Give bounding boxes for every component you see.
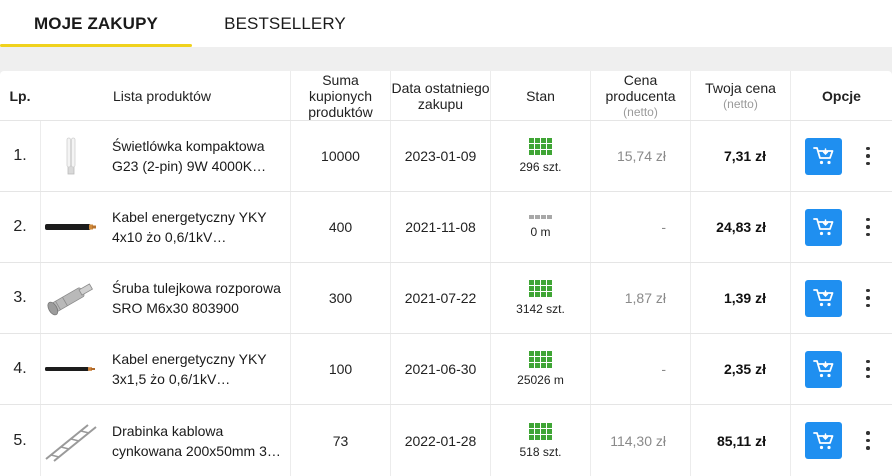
product-name-link[interactable]: Śruba tulejkowa rozporowa SRO M6x30 8039…	[100, 263, 290, 333]
sum-purchased: 300	[290, 263, 390, 333]
header-your-price-note: (netto)	[723, 96, 758, 111]
cart-icon	[812, 147, 833, 165]
row-options	[790, 334, 892, 404]
add-to-cart-button[interactable]	[805, 137, 842, 175]
header-lp: Lp.	[9, 87, 31, 104]
purchases-table: Lp. Lista produktów Suma kupionych produ…	[0, 71, 892, 476]
last-purchase-date: 2022-01-28	[390, 405, 490, 476]
table-row: 4. Kabel energetyczny YKY 3x1,5 żo 0,6/1…	[0, 334, 892, 405]
tab-moje-zakupy[interactable]: MOJE ZAKUPY	[0, 0, 192, 47]
your-price: 1,39 zł	[690, 263, 790, 333]
table-row: 1. Świetlówka kompaktowa G23 (2-pin) 9W …	[0, 121, 892, 192]
table-header: Lp. Lista produktów Suma kupionych produ…	[0, 71, 892, 121]
cable-image[interactable]	[40, 334, 100, 404]
header-date: Data ostatniego zakupu	[390, 71, 490, 120]
row-lp: 2.	[13, 218, 27, 235]
product-name[interactable]: Śruba tulejkowa rozporowa SRO M6x30 8039…	[112, 278, 284, 318]
header-stan: Stan	[490, 71, 590, 120]
stock-level-icon	[529, 422, 552, 440]
product-name-link[interactable]: Drabinka kablowa cynkowana 200x50mm 3…	[100, 405, 290, 476]
header-producer-price-note: (netto)	[623, 104, 658, 119]
more-options-icon[interactable]	[856, 283, 880, 313]
producer-price: 1,87 zł	[590, 263, 690, 333]
header-options: Opcje	[790, 71, 892, 120]
stock-quantity: 3142 szt.	[516, 302, 565, 316]
product-name[interactable]: Drabinka kablowa cynkowana 200x50mm 3…	[112, 421, 284, 461]
cart-icon	[812, 218, 833, 236]
producer-price: 114,30 zł	[590, 405, 690, 476]
cart-icon	[812, 289, 833, 307]
sum-purchased: 400	[290, 192, 390, 262]
last-purchase-date: 2023-01-09	[390, 121, 490, 191]
stock-level-icon	[529, 351, 552, 368]
sleeve-anchor-image[interactable]	[40, 263, 100, 333]
cart-icon	[812, 360, 833, 378]
stock-quantity: 0 m	[530, 225, 551, 239]
table-row: 3. Śruba tulejkowa rozporowa SRO M6x30 8…	[0, 263, 892, 334]
sum-purchased: 73	[290, 405, 390, 476]
product-name[interactable]: Kabel energetyczny YKY 3x1,5 żo 0,6/1kV…	[112, 349, 284, 389]
stock-status: 0 m	[490, 192, 590, 262]
row-options	[790, 405, 892, 476]
stock-quantity: 25026 m	[517, 373, 564, 387]
your-price: 24,83 zł	[690, 192, 790, 262]
spacer	[0, 47, 892, 71]
header-sum: Suma kupionych produktów	[290, 71, 390, 120]
tab-bestsellery[interactable]: BESTSELLERY	[192, 0, 378, 47]
stock-quantity: 518 szt.	[519, 444, 562, 459]
product-name-link[interactable]: Kabel energetyczny YKY 3x1,5 żo 0,6/1kV…	[100, 334, 290, 404]
fluorescent-bulb-image[interactable]	[40, 121, 100, 191]
product-name[interactable]: Kabel energetyczny YKY 4x10 żo 0,6/1kV…	[112, 207, 284, 247]
row-lp: 4.	[13, 360, 27, 377]
cable-ladder-image[interactable]	[40, 405, 100, 476]
header-your-price-label: Twoja cena	[705, 79, 776, 96]
add-to-cart-button[interactable]	[805, 422, 842, 459]
last-purchase-date: 2021-06-30	[390, 334, 490, 404]
row-lp: 3.	[13, 289, 27, 306]
your-price: 2,35 zł	[690, 334, 790, 404]
product-name[interactable]: Świetlówka kompaktowa G23 (2-pin) 9W 400…	[112, 136, 284, 176]
last-purchase-date: 2021-11-08	[390, 192, 490, 262]
cable-image[interactable]	[40, 192, 100, 262]
header-producer-price-label: Cena producenta	[605, 71, 676, 104]
stock-status: 296 szt.	[490, 121, 590, 191]
producer-price: -	[590, 334, 690, 404]
row-options	[790, 192, 892, 262]
last-purchase-date: 2021-07-22	[390, 263, 490, 333]
sum-purchased: 100	[290, 334, 390, 404]
header-producer-price: Cena producenta (netto)	[590, 71, 690, 120]
stock-empty-icon	[529, 215, 552, 220]
add-to-cart-button[interactable]	[805, 350, 842, 388]
stock-quantity: 296 szt.	[519, 160, 562, 174]
stock-status: 3142 szt.	[490, 263, 590, 333]
your-price: 85,11 zł	[690, 405, 790, 476]
more-options-icon[interactable]	[856, 212, 880, 242]
header-your-price: Twoja cena (netto)	[690, 71, 790, 120]
row-options	[790, 263, 892, 333]
add-to-cart-button[interactable]	[805, 279, 842, 317]
stock-level-icon	[529, 138, 552, 155]
more-options-icon[interactable]	[856, 141, 880, 171]
product-name-link[interactable]: Kabel energetyczny YKY 4x10 żo 0,6/1kV…	[100, 192, 290, 262]
row-lp: 1.	[13, 147, 27, 164]
row-options	[790, 121, 892, 191]
your-price: 7,31 zł	[690, 121, 790, 191]
producer-price: 15,74 zł	[590, 121, 690, 191]
product-name-link[interactable]: Świetlówka kompaktowa G23 (2-pin) 9W 400…	[100, 121, 290, 191]
producer-price: -	[590, 192, 690, 262]
stock-status: 25026 m	[490, 334, 590, 404]
header-products: Lista produktów	[112, 87, 212, 104]
cart-icon	[812, 431, 833, 449]
row-lp: 5.	[13, 431, 27, 449]
stock-status: 518 szt.	[490, 405, 590, 476]
more-options-icon[interactable]	[856, 354, 880, 384]
tab-bar: MOJE ZAKUPY BESTSELLERY	[0, 0, 892, 47]
table-row: 5. Drabinka kablowa cynkowana 200x50mm 3…	[0, 405, 892, 476]
add-to-cart-button[interactable]	[805, 208, 842, 246]
stock-level-icon	[529, 280, 552, 297]
table-row: 2. Kabel energetyczny YKY 4x10 żo 0,6/1k…	[0, 192, 892, 263]
more-options-icon[interactable]	[856, 426, 880, 456]
sum-purchased: 10000	[290, 121, 390, 191]
